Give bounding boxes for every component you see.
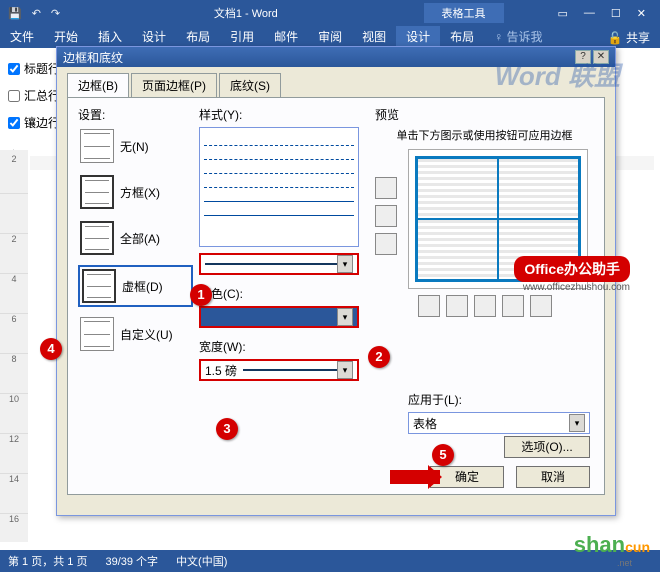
dialog-close-icon[interactable]: ✕	[593, 50, 609, 64]
border-hmid-button[interactable]	[375, 205, 397, 227]
tell-me[interactable]: ♀ 告诉我	[484, 26, 552, 48]
annotation-arrow	[390, 470, 440, 484]
status-bar: 第 1 页，共 1 页 39/39 个字 中文(中国)	[0, 550, 660, 572]
tab-layout[interactable]: 布局	[176, 26, 220, 48]
preview-hint: 单击下方图示或使用按钮可应用边框	[375, 127, 594, 143]
annotation-marker-2: 2	[368, 346, 390, 368]
annotation-marker-3: 3	[216, 418, 238, 440]
chevron-down-icon[interactable]: ▾	[337, 308, 353, 326]
checkbox-header-row[interactable]: 标题行	[8, 60, 60, 77]
setting-custom[interactable]: 自定义(U)	[78, 315, 193, 353]
border-left-button[interactable]	[446, 295, 468, 317]
vertical-ruler: 224 6810 121416	[0, 150, 28, 542]
checkbox-total-row[interactable]: 汇总行	[8, 87, 60, 104]
close-icon[interactable]: ✕	[637, 7, 646, 20]
language-indicator[interactable]: 中文(中国)	[176, 553, 227, 569]
page-indicator[interactable]: 第 1 页，共 1 页	[8, 553, 87, 569]
checkbox-banded-rows[interactable]: 镶边行	[8, 114, 60, 131]
tab-references[interactable]: 引用	[220, 26, 264, 48]
word-titlebar: 💾 ↶ ↷ 文档1 - Word 表格工具 ▭ — ☐ ✕	[0, 0, 660, 26]
setting-none-icon	[80, 129, 114, 163]
annotation-marker-1: 1	[190, 284, 212, 306]
tab-border[interactable]: 边框(B)	[67, 73, 129, 97]
setting-all-icon	[80, 221, 114, 255]
tab-table-layout[interactable]: 布局	[440, 26, 484, 48]
width-label: 宽度(W):	[199, 338, 369, 355]
annotation-marker-5: 5	[432, 444, 454, 466]
tab-home[interactable]: 开始	[44, 26, 88, 48]
dialog-title-text: 边框和底纹	[63, 49, 123, 66]
dialog-titlebar: 边框和底纹 ? ✕	[57, 47, 615, 67]
ribbon-tabs: 文件 开始 插入 设计 布局 引用 邮件 审阅 视图 设计 布局 ♀ 告诉我 🔓…	[0, 26, 660, 48]
setting-custom-icon	[80, 317, 114, 351]
help-icon[interactable]: ?	[575, 50, 591, 64]
tab-page-border[interactable]: 页面边框(P)	[131, 73, 217, 97]
setting-all[interactable]: 全部(A)	[78, 219, 193, 257]
apply-to-label: 应用于(L):	[408, 391, 590, 408]
chevron-down-icon[interactable]: ▾	[337, 255, 353, 273]
redo-icon[interactable]: ↷	[51, 7, 60, 20]
style-label: 样式(Y):	[199, 106, 369, 123]
document-title: 文档1 - Word	[68, 5, 423, 21]
setting-grid[interactable]: 虚框(D)	[78, 265, 193, 307]
border-right-button[interactable]	[502, 295, 524, 317]
chevron-down-icon[interactable]: ▾	[337, 361, 353, 379]
tab-review[interactable]: 审阅	[308, 26, 352, 48]
setting-box[interactable]: 方框(X)	[78, 173, 193, 211]
share-button[interactable]: 🔓 共享	[598, 29, 660, 46]
tab-view[interactable]: 视图	[352, 26, 396, 48]
watermark-shancun: shancun	[574, 532, 650, 558]
border-top-button[interactable]	[375, 177, 397, 199]
settings-label: 设置:	[78, 106, 193, 123]
border-diag1-button[interactable]	[418, 295, 440, 317]
watermark-shancun-sub: .net	[617, 558, 632, 568]
width-value: 1.5 磅	[205, 362, 237, 379]
annotation-marker-4: 4	[40, 338, 62, 360]
word-count[interactable]: 39/39 个字	[105, 553, 158, 569]
undo-icon[interactable]: ↶	[32, 7, 41, 20]
apply-to-combo[interactable]: 表格 ▾	[408, 412, 590, 434]
maximize-icon[interactable]: ☐	[611, 7, 621, 20]
minimize-icon[interactable]: —	[584, 7, 595, 20]
table-style-options: 标题行 汇总行 镶边行 表	[8, 60, 60, 163]
border-diag2-button[interactable]	[530, 295, 552, 317]
tab-shading[interactable]: 底纹(S)	[219, 73, 281, 97]
watermark-officezhushou-url: www.officezhushou.com	[523, 282, 630, 293]
tab-insert[interactable]: 插入	[88, 26, 132, 48]
context-tool-label: 表格工具	[424, 3, 504, 23]
color-label: 颜色(C):	[199, 285, 369, 302]
setting-none[interactable]: 无(N)	[78, 127, 193, 165]
ribbon-options-icon[interactable]: ▭	[558, 7, 568, 20]
style-combo[interactable]: ▾	[199, 253, 359, 275]
tab-file[interactable]: 文件	[0, 26, 44, 48]
setting-grid-icon	[82, 269, 116, 303]
preview-label: 预览	[375, 106, 594, 123]
style-listbox[interactable]	[199, 127, 359, 247]
width-combo[interactable]: 1.5 磅 ▾	[199, 359, 359, 381]
watermark-officezhushou: Office办公助手	[514, 256, 630, 282]
options-button[interactable]: 选项(O)...	[504, 436, 590, 458]
tab-mailings[interactable]: 邮件	[264, 26, 308, 48]
tab-table-design[interactable]: 设计	[396, 26, 440, 48]
chevron-down-icon[interactable]: ▾	[569, 414, 585, 432]
border-bottom-button[interactable]	[375, 233, 397, 255]
color-combo[interactable]: ▾	[199, 306, 359, 328]
tab-design[interactable]: 设计	[132, 26, 176, 48]
setting-box-icon	[80, 175, 114, 209]
border-vmid-button[interactable]	[474, 295, 496, 317]
save-icon[interactable]: 💾	[8, 7, 22, 20]
cancel-button[interactable]: 取消	[516, 466, 590, 488]
